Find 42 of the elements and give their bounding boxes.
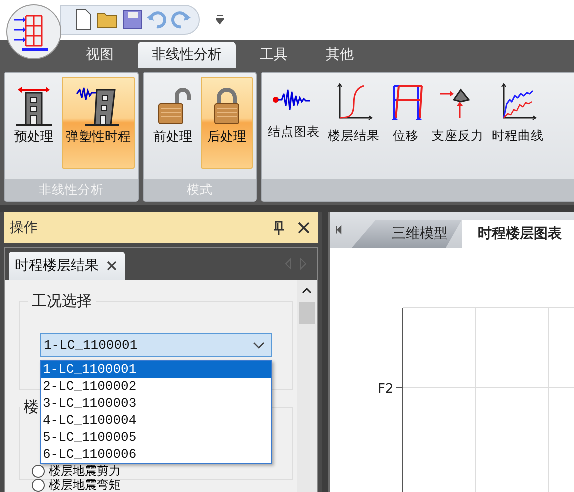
radio-button[interactable] xyxy=(32,478,45,492)
ribbon-button[interactable]: 后处理 xyxy=(201,77,253,169)
customize-dropdown-icon[interactable] xyxy=(216,15,224,25)
ribbon-button[interactable]: 预处理 xyxy=(8,77,60,169)
case-dropdown[interactable]: 1-LC_1100001 xyxy=(40,333,272,357)
group-title: 工况选择 xyxy=(31,292,93,311)
close-icon[interactable] xyxy=(298,222,310,234)
group-title: 楼 xyxy=(23,398,40,417)
ribbon-tab[interactable]: 视图 xyxy=(72,42,128,68)
save-icon[interactable] xyxy=(123,10,143,30)
ribbon-button[interactable]: 时程曲线 xyxy=(489,77,547,175)
scroll-up-icon[interactable] xyxy=(302,288,312,294)
first-tab-icon[interactable] xyxy=(336,225,342,235)
radio-label[interactable]: 楼层地震剪力 xyxy=(49,462,121,480)
pin-icon[interactable] xyxy=(274,220,284,234)
app-logo-icon[interactable] xyxy=(6,4,62,60)
ribbon-button[interactable]: 前处理 xyxy=(147,77,199,169)
new-file-icon[interactable] xyxy=(75,9,93,31)
axis-tick-label: F2 xyxy=(378,382,394,397)
dropdown-option[interactable]: 3-LC_1100003 xyxy=(41,395,271,412)
ribbon-button[interactable]: 支座反力 xyxy=(429,77,487,175)
ribbon-button[interactable]: 结点图表 xyxy=(265,77,323,175)
document-tab[interactable]: 时程楼层图表 xyxy=(462,220,574,248)
radio-button[interactable] xyxy=(32,464,45,478)
ribbon-tab[interactable]: 其他 xyxy=(312,42,368,68)
panel-tab[interactable]: 时程楼层结果 xyxy=(9,252,125,280)
ribbon-button[interactable]: 弹塑性时程 xyxy=(62,77,135,169)
scrollbar-thumb[interactable] xyxy=(299,302,315,324)
ribbon-button[interactable]: 位移 xyxy=(385,77,427,175)
radio-label[interactable]: 楼层地震弯矩 xyxy=(49,476,121,492)
dropdown-option[interactable]: 2-LC_1100002 xyxy=(41,378,271,395)
close-icon[interactable] xyxy=(107,261,117,271)
chevron-down-icon xyxy=(253,342,265,348)
dropdown-option[interactable]: 6-LC_1100006 xyxy=(41,446,271,463)
dropdown-option[interactable]: 1-LC_1100001 xyxy=(41,361,271,378)
ribbon-tab[interactable]: 非线性分析 xyxy=(138,42,236,68)
dropdown-option[interactable]: 4-LC_1100004 xyxy=(41,412,271,429)
document-tab[interactable]: 三维模型 xyxy=(352,220,462,248)
dropdown-option[interactable]: 5-LC_1100005 xyxy=(41,429,271,446)
panel-title: 操作 xyxy=(10,218,39,236)
ribbon-button[interactable]: 楼层结果 xyxy=(325,77,383,175)
ribbon-tab[interactable]: 工具 xyxy=(246,42,302,68)
